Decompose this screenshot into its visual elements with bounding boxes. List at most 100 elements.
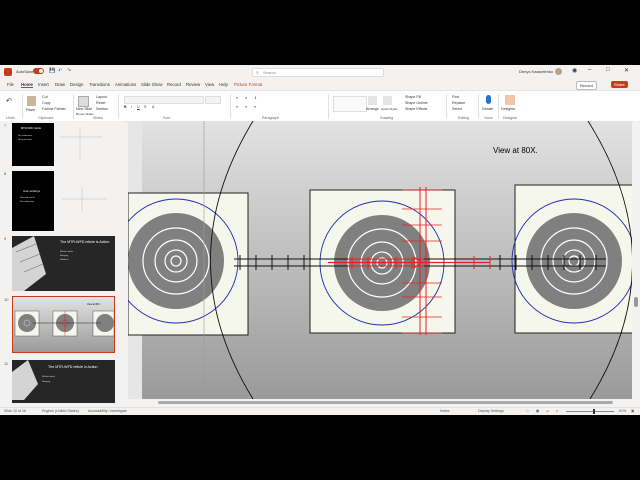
slideshow-icon[interactable]: ▷ <box>556 409 559 413</box>
quick-styles-button[interactable]: Quick Styles <box>381 107 398 111</box>
normal-view-icon[interactable]: □ <box>526 409 528 413</box>
thumb-8-title: Inner workings <box>23 189 41 193</box>
italic-icon[interactable]: I <box>131 105 132 109</box>
close-icon[interactable]: ✕ <box>624 67 629 74</box>
slide-annotation[interactable]: View at 80X. <box>493 146 538 155</box>
fit-slide-icon[interactable]: ▣ <box>631 409 634 413</box>
slide-canvas[interactable]: View at 80X. <box>113 120 637 400</box>
shapes-gallery[interactable] <box>333 96 367 112</box>
replace-button[interactable]: Replace <box>452 101 465 105</box>
slide-thumbnail-10-selected[interactable]: View at 80X. <box>12 296 115 353</box>
undo-icon[interactable]: ↶ <box>58 68 62 74</box>
shape-effects-button[interactable]: Shape Effects <box>405 107 427 111</box>
tab-file[interactable]: File <box>7 82 14 87</box>
bullets-icon[interactable]: ≡ <box>236 96 238 100</box>
font-name-dropdown[interactable] <box>124 96 204 104</box>
display-settings-button[interactable]: Display Settings <box>478 409 504 413</box>
zoom-slider[interactable] <box>566 411 614 412</box>
select-button[interactable]: Select <box>452 107 462 111</box>
slide-thumbnail-8[interactable]: Inner workings Mirrored reticle No subte… <box>12 171 115 231</box>
reuse-slides-button[interactable]: Reuse Slides <box>76 112 94 116</box>
horizontal-scroll-thumb[interactable] <box>158 401 613 404</box>
group-label-font: Font <box>163 116 171 120</box>
tab-record[interactable]: Record <box>167 82 181 87</box>
search-box[interactable]: ⚲ Search <box>252 68 384 77</box>
tab-transitions[interactable]: Transitions <box>89 82 110 87</box>
save-icon[interactable]: 💾 <box>49 68 55 74</box>
paste-button[interactable]: Paste <box>26 108 35 112</box>
slide-number-11: 11 <box>4 361 9 366</box>
tab-view[interactable]: View <box>205 82 214 87</box>
group-divider <box>328 94 329 119</box>
line-spacing-icon[interactable]: ⇕ <box>254 96 257 100</box>
tab-design[interactable]: Design <box>70 82 83 87</box>
font-color-icon[interactable]: A <box>152 105 154 109</box>
designer-button[interactable]: Designer <box>501 107 515 111</box>
slide-thumbnail-11[interactable]: The MTR-WFD reticle in Action Mil-dot re… <box>12 360 115 403</box>
vertical-scrollbar[interactable] <box>633 121 639 399</box>
group-divider <box>446 94 447 119</box>
share-button[interactable]: Share <box>611 81 628 88</box>
tab-home[interactable]: Home <box>21 82 33 88</box>
undo-icon[interactable]: ↶ <box>6 97 12 105</box>
record-button[interactable]: Record <box>576 81 597 90</box>
find-button[interactable]: Find <box>452 95 459 99</box>
align-left-icon[interactable]: ≡ <box>236 105 238 109</box>
cut-button[interactable]: Cut <box>42 95 48 99</box>
search-placeholder: Search <box>263 70 276 75</box>
tab-slide-show[interactable]: Slide Show <box>141 82 163 87</box>
redo-icon[interactable]: ↷ <box>67 68 71 74</box>
bold-icon[interactable]: B <box>124 105 127 109</box>
zoom-level[interactable]: 61% <box>619 409 626 413</box>
minimize-icon[interactable]: – <box>588 67 591 73</box>
language-indicator[interactable]: English (United States) <box>42 409 79 413</box>
dictate-button[interactable]: Dictate <box>482 107 493 111</box>
slide-thumbnail-9[interactable]: The MTR-WFD reticle is Action Mil-dot re… <box>12 236 115 291</box>
align-center-icon[interactable]: ≡ <box>245 105 247 109</box>
paste-icon[interactable] <box>27 96 36 106</box>
avatar[interactable] <box>555 68 562 75</box>
new-slide-button[interactable]: New Slide <box>76 107 92 111</box>
tab-animations[interactable]: Animations <box>115 82 136 87</box>
align-right-icon[interactable]: ≡ <box>254 105 256 109</box>
copy-button[interactable]: Copy <box>42 101 50 105</box>
strikethrough-icon[interactable]: S <box>144 105 146 109</box>
arrange-icon[interactable] <box>368 96 377 105</box>
reset-button[interactable]: Reset <box>96 101 105 105</box>
arrange-button[interactable]: Arrange <box>366 107 379 111</box>
new-slide-icon[interactable] <box>78 96 89 107</box>
shape-outline-button[interactable]: Shape Outline <box>405 101 428 105</box>
quick-styles-icon[interactable] <box>383 96 392 105</box>
accessibility-status[interactable]: Accessibility: Investigate <box>88 409 127 413</box>
tab-review[interactable]: Review <box>186 82 200 87</box>
microphone-icon[interactable] <box>486 95 491 104</box>
user-name[interactable]: Denys Kwaselenko <box>519 69 553 74</box>
horizontal-scrollbar[interactable] <box>128 400 632 406</box>
autosave-toggle[interactable] <box>33 68 44 74</box>
font-size-dropdown[interactable] <box>205 96 221 104</box>
tab-insert[interactable]: Insert <box>38 82 49 87</box>
target-picture-left[interactable] <box>113 192 249 336</box>
reading-view-icon[interactable]: ▭ <box>546 409 549 413</box>
notes-button[interactable]: Notes <box>440 409 449 413</box>
slide-thumbnail-7[interactable]: MTR-WFD reticle No subtension No guesswo… <box>12 123 115 166</box>
underline-icon[interactable]: U <box>137 105 140 109</box>
target-picture-center[interactable] <box>309 189 456 334</box>
vertical-scroll-thumb[interactable] <box>634 297 638 307</box>
section-button[interactable]: Section <box>96 107 108 111</box>
format-painter-button[interactable]: Format Painter <box>42 107 66 111</box>
zoom-slider-thumb[interactable] <box>593 409 595 414</box>
coauthor-icon[interactable]: ◉ <box>572 67 577 74</box>
tab-help[interactable]: Help <box>219 82 228 87</box>
numbering-icon[interactable]: ≡ <box>245 96 247 100</box>
slide-number-9: 9 <box>4 236 7 241</box>
designer-icon[interactable] <box>505 95 515 105</box>
maximize-icon[interactable]: □ <box>606 67 610 73</box>
tab-picture-format[interactable]: Picture Format <box>234 82 262 87</box>
shape-fill-button[interactable]: Shape Fill <box>405 95 421 99</box>
tab-draw[interactable]: Draw <box>55 82 65 87</box>
group-divider <box>498 94 499 119</box>
slide-sorter-icon[interactable]: ▦ <box>536 409 539 413</box>
thumb-8-bullet-1: Mirrored reticle <box>20 196 35 199</box>
layout-button[interactable]: Layout <box>96 95 107 99</box>
